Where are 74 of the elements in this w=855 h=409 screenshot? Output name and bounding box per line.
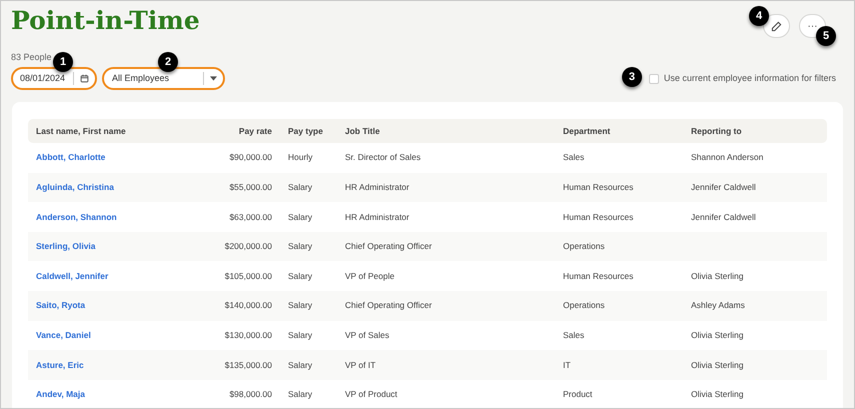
table-cell: VP of IT bbox=[345, 360, 376, 370]
table-cell: $130,000.00 bbox=[224, 330, 272, 340]
table-cell: $55,000.00 bbox=[229, 182, 272, 192]
callout-badge: 1 bbox=[53, 52, 73, 72]
employee-link[interactable]: Saito, Ryota bbox=[36, 300, 86, 310]
table-cell: Salary bbox=[288, 389, 312, 400]
calendar-icon bbox=[80, 74, 89, 83]
table-cell: $90,000.00 bbox=[229, 152, 272, 162]
edit-button[interactable] bbox=[763, 14, 790, 38]
employee-link[interactable]: Caldwell, Jennifer bbox=[36, 270, 108, 281]
table-cell: Salary bbox=[288, 300, 312, 310]
table-cell: Sales bbox=[563, 152, 584, 162]
employee-link[interactable]: Asture, Eric bbox=[36, 360, 84, 370]
employee-link[interactable]: Sterling, Olivia bbox=[36, 241, 96, 252]
column-header: Last name, First name bbox=[36, 126, 126, 136]
column-header: Job Title bbox=[345, 126, 380, 136]
callout-badge: 2 bbox=[158, 52, 178, 72]
table-cell: HR Administrator bbox=[345, 212, 410, 222]
table-cell: Chief Operating Officer bbox=[345, 300, 432, 310]
callout-badge: 4 bbox=[749, 6, 769, 26]
column-header: Department bbox=[563, 126, 610, 136]
callout-badge: 5 bbox=[816, 26, 836, 46]
table-cell: Product bbox=[563, 389, 592, 400]
table-cell: Olivia Sterling bbox=[691, 270, 744, 281]
date-field[interactable]: 08/01/2024 bbox=[11, 67, 97, 90]
table-cell: Human Resources bbox=[563, 182, 634, 192]
table-cell: $140,000.00 bbox=[224, 300, 272, 310]
table-cell: $135,000.00 bbox=[224, 360, 272, 370]
table-cell: Shannon Anderson bbox=[691, 152, 764, 162]
table-cell: Human Resources bbox=[563, 212, 634, 222]
employee-link[interactable]: Vance, Daniel bbox=[36, 330, 91, 340]
table-cell: $63,000.00 bbox=[229, 212, 272, 222]
checkbox[interactable] bbox=[648, 74, 659, 84]
table-cell: Salary bbox=[288, 270, 312, 281]
employee-link[interactable]: Andev, Maja bbox=[36, 389, 85, 400]
table-cell: Olivia Sterling bbox=[691, 389, 744, 400]
table-cell: $200,000.00 bbox=[224, 241, 272, 252]
table-cell: Salary bbox=[288, 360, 312, 370]
table-cell: Sales bbox=[563, 330, 584, 340]
employee-link[interactable]: Abbott, Charlotte bbox=[36, 152, 106, 162]
table-cell: Sr. Director of Sales bbox=[345, 152, 421, 162]
callout-badge: 3 bbox=[622, 66, 642, 87]
checkbox-label: Use current employee information for filters bbox=[664, 72, 836, 85]
employee-link[interactable]: Anderson, Shannon bbox=[36, 212, 117, 222]
employee-link[interactable]: Agluinda, Christina bbox=[36, 182, 114, 192]
table-cell: Operations bbox=[563, 300, 605, 310]
table-cell: IT bbox=[563, 360, 571, 370]
employees-dropdown[interactable]: All Employees bbox=[102, 67, 225, 90]
table-cell: VP of Sales bbox=[345, 330, 390, 340]
table-cell: Salary bbox=[288, 330, 312, 340]
table-cell: Operations bbox=[563, 241, 605, 252]
table-cell: Jennifer Caldwell bbox=[691, 182, 756, 192]
table-cell: HR Administrator bbox=[345, 182, 410, 192]
column-header: Pay rate bbox=[238, 126, 272, 136]
table-cell: VP of Product bbox=[345, 389, 398, 400]
table-cell: Hourly bbox=[288, 152, 313, 162]
caret-down-icon bbox=[210, 76, 217, 81]
table-cell: $98,000.00 bbox=[229, 389, 272, 400]
table-cell: $105,000.00 bbox=[224, 270, 272, 281]
table-cell: Olivia Sterling bbox=[691, 330, 744, 340]
table-cell: Salary bbox=[288, 182, 312, 192]
table-cell: Salary bbox=[288, 212, 312, 222]
page-title: Point-in-Time bbox=[11, 6, 200, 36]
table-cell: Olivia Sterling bbox=[691, 360, 744, 370]
people-count: 83 People bbox=[11, 52, 52, 63]
table-cell: Salary bbox=[288, 241, 312, 252]
table-cell: VP of People bbox=[345, 270, 394, 281]
column-header: Pay type bbox=[288, 126, 323, 136]
pencil-icon bbox=[771, 20, 782, 32]
column-header: Reporting to bbox=[691, 126, 742, 136]
table-cell: Human Resources bbox=[563, 270, 634, 281]
table-cell: Chief Operating Officer bbox=[345, 241, 432, 252]
table-cell: Ashley Adams bbox=[691, 300, 745, 310]
table-cell: Jennifer Caldwell bbox=[691, 212, 756, 222]
